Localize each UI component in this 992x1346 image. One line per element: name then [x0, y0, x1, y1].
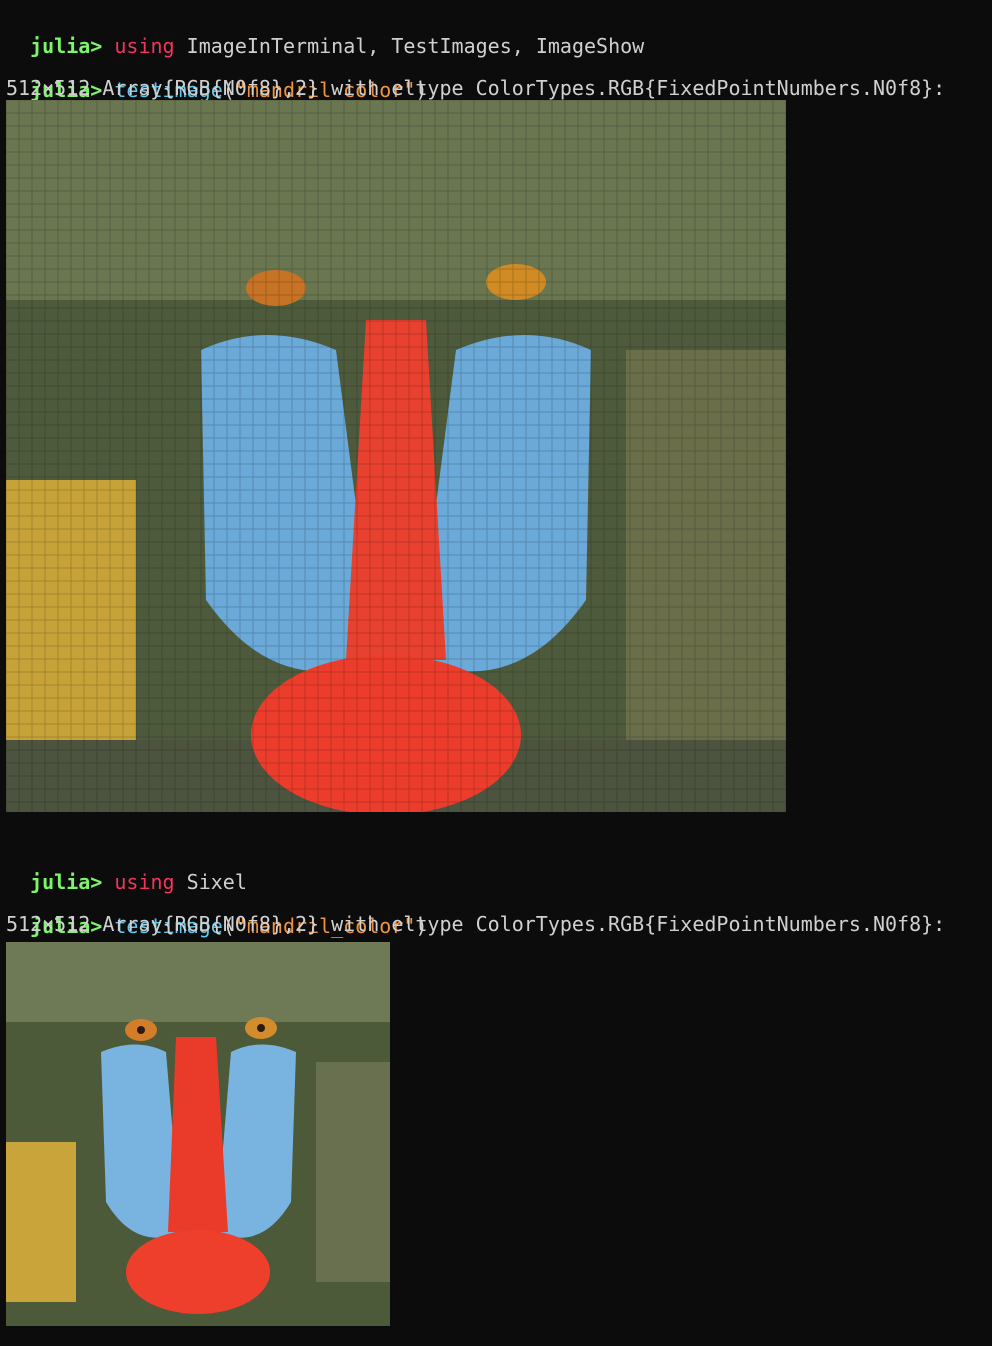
terminal-window: { "terminal": { "prompt": "julia>", "ses…: [0, 0, 992, 1346]
array-output-text: 512×512 Array{RGB{N0f8},2} with eltype C…: [6, 76, 946, 100]
command-line-testimage-2: julia> testimage("mandril_color"): [6, 890, 427, 938]
mandrill-sixel-image: [6, 942, 390, 1326]
array-output-text-2: 512×512 Array{RGB{N0f8},2} with eltype C…: [6, 912, 946, 936]
command-line-using-sixel: julia> using Sixel: [6, 846, 247, 894]
command-line-using: julia> using ImageInTerminal, TestImages…: [6, 10, 644, 58]
command-line-testimage: julia> testimage("mandril_color"): [6, 54, 427, 102]
mandrill-pixelated-image: [6, 100, 786, 812]
